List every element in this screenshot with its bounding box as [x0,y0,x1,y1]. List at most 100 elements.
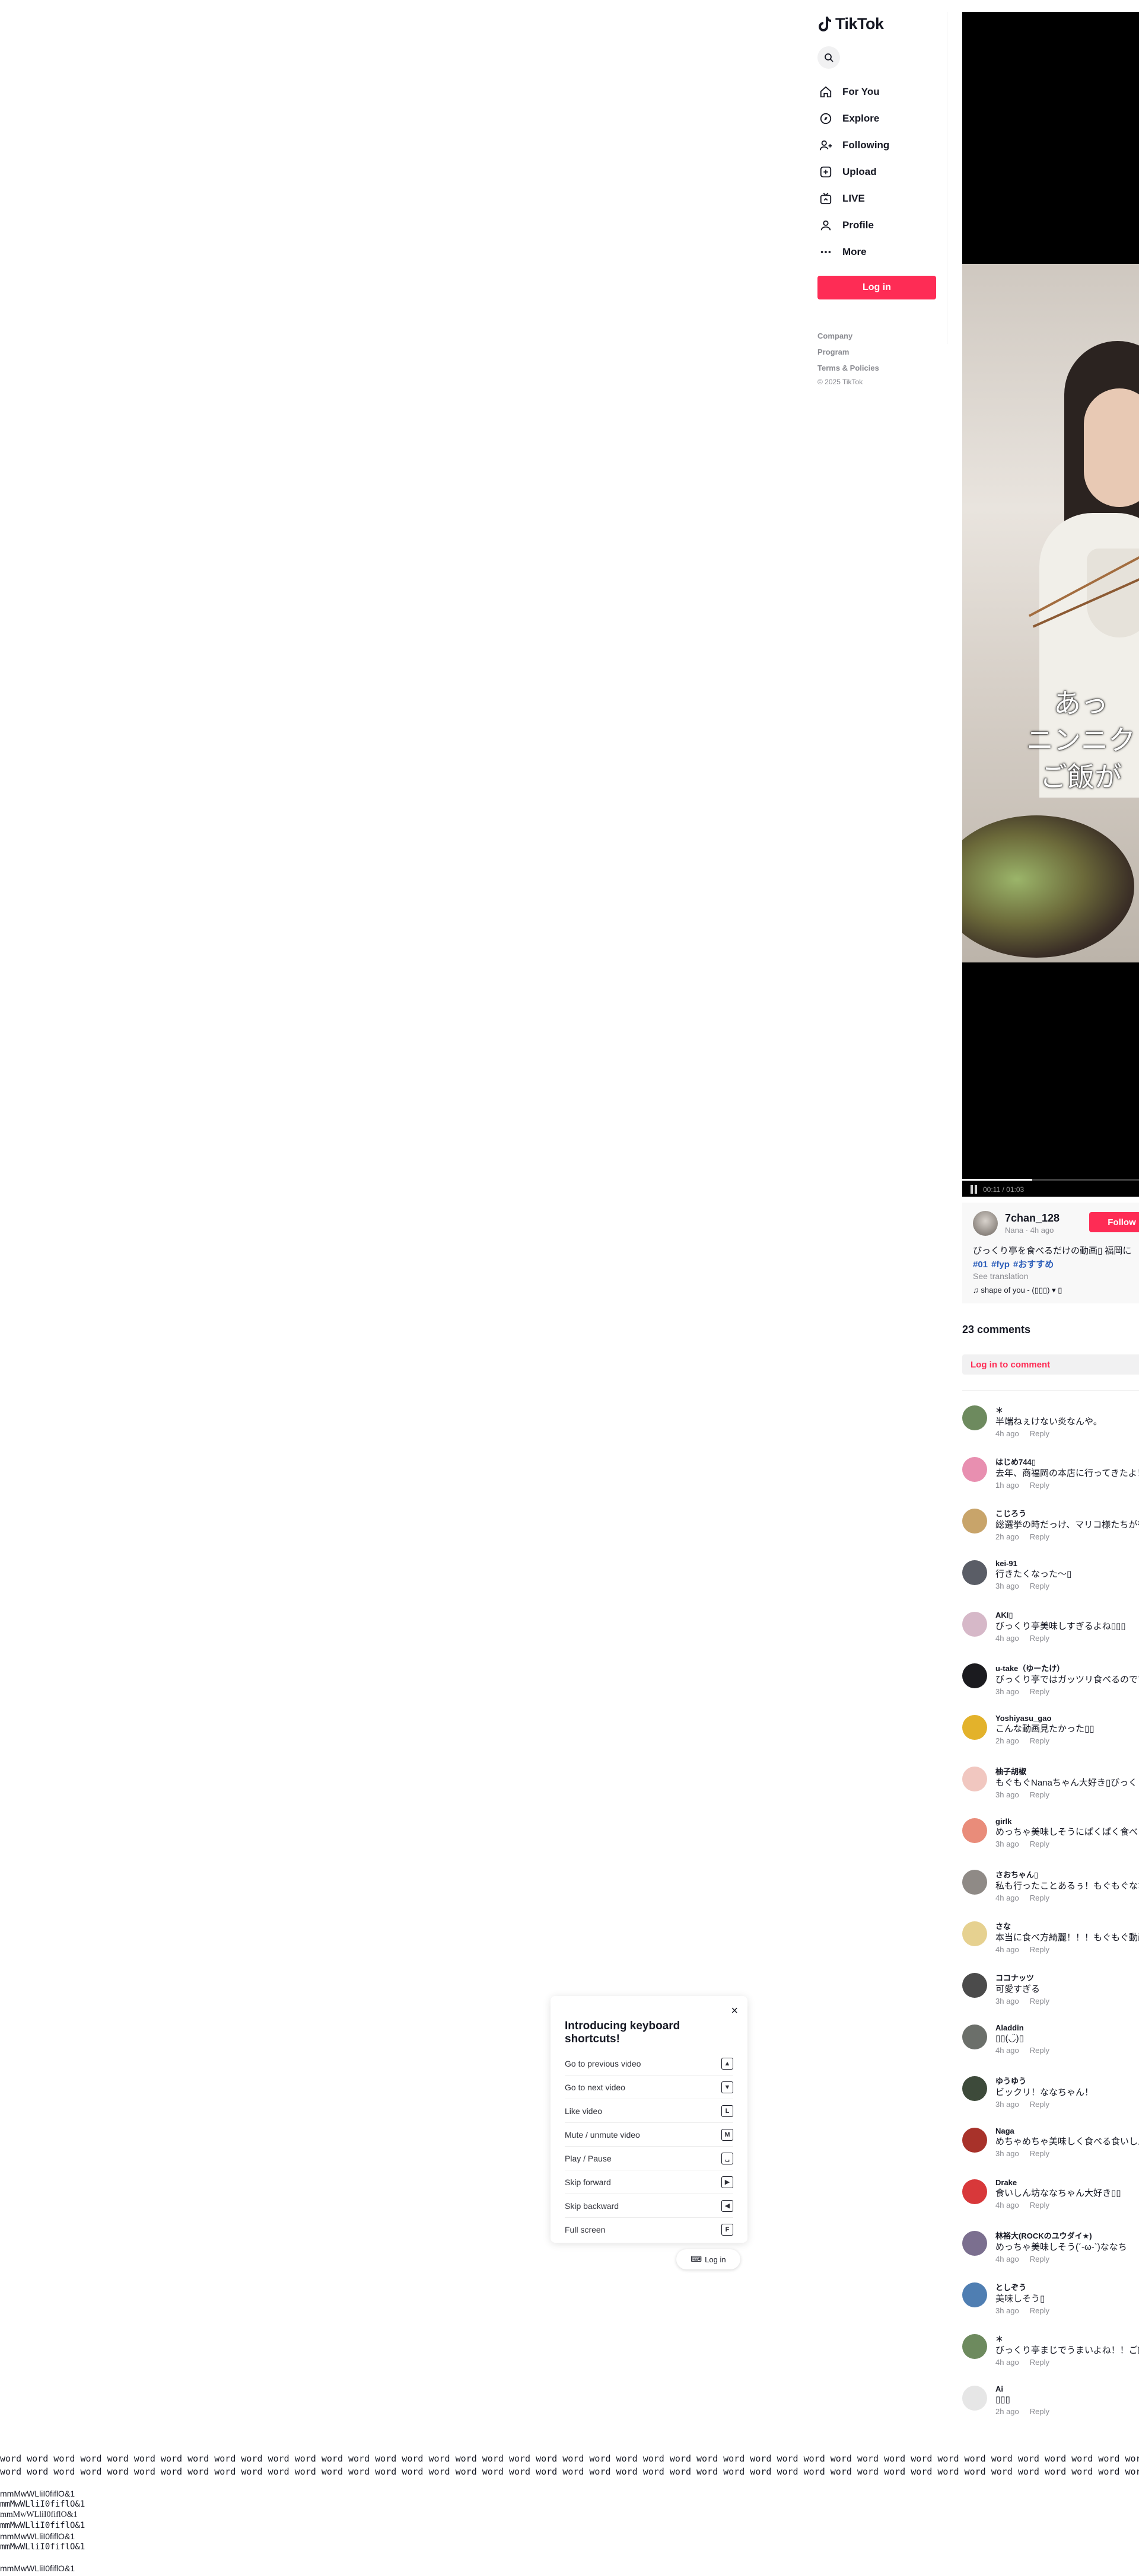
avatar[interactable] [962,2076,987,2101]
comment-text: 美味しそう▯ [995,2294,1045,2304]
reply-button[interactable]: Reply [1030,2100,1049,2109]
avatar[interactable] [962,1405,987,1430]
sidebar-item-following[interactable]: Following [817,132,942,158]
sidebar-item-live[interactable]: LIVE [817,185,942,212]
comment-username[interactable]: Yoshiyasu_gao [995,1714,1139,1723]
search-button[interactable] [817,46,840,69]
sidebar-item-more[interactable]: More [817,238,942,265]
avatar[interactable] [962,2128,987,2153]
avatar[interactable] [962,1457,987,1482]
avatar[interactable] [962,2334,987,2359]
footer-link-program[interactable]: Program [817,344,942,360]
reply-button[interactable]: Reply [1030,2046,1049,2055]
reply-button[interactable]: Reply [1030,1687,1049,1696]
mini-login-button[interactable]: ⌨ Log in [676,2249,740,2269]
sidebar-item-profile[interactable]: Profile [817,212,942,238]
reply-button[interactable]: Reply [1030,1634,1049,1643]
avatar[interactable] [962,1663,987,1688]
login-to-comment-button[interactable]: Log in to comment [962,1354,1139,1375]
reply-button[interactable]: Reply [1030,2407,1049,2416]
author-username[interactable]: 7chan_128 [1005,1212,1060,1225]
comment-username[interactable]: こじろう [995,1507,1139,1519]
comment-username[interactable]: girlk [995,1817,1139,1826]
comment-username[interactable]: としぞう [995,2281,1139,2293]
comment-username[interactable]: はじめ744▯ [995,1456,1139,1467]
reply-button[interactable]: Reply [1030,1481,1049,1490]
comment-username[interactable]: ＊ [995,1404,1139,1415]
avatar[interactable] [962,2231,987,2256]
avatar[interactable] [962,1560,987,1585]
comment-body: はじめ744▯ 去年、商福岡の本店に行ってきたよ！ 1h ago Reply [995,1456,1139,1507]
shortcut-list: Go to previous video ▲ Go to next video ▼ Li… [565,2052,733,2242]
glyph-line: mmMwWLliI0fiflO&1 [0,2489,75,2498]
avatar[interactable] [962,2179,987,2204]
reply-button[interactable]: Reply [1030,1945,1049,1954]
follow-button[interactable]: Follow [1089,1212,1139,1232]
shortcut-label: Go to previous video [565,2058,641,2068]
sidebar-item-compass[interactable]: Explore [817,105,942,132]
login-button[interactable]: Log in [817,276,936,299]
comment-item: Drake 食いしん坊ななちゃん大好き▯▯ 4h ago Reply [962,2178,1139,2230]
avatar[interactable] [962,1870,987,1895]
reply-button[interactable]: Reply [1030,2255,1049,2263]
shortcut-key: ◀ [721,2199,733,2212]
pause-icon[interactable] [971,1185,977,1194]
avatar[interactable] [973,1211,998,1236]
video-progress-bar[interactable] [962,1179,1139,1181]
comment-item: さおちゃん▯ 私も行ったことあるぅ！もぐもぐなな 4h ago Reply [962,1869,1139,1920]
reply-button[interactable]: Reply [1030,1839,1049,1848]
avatar[interactable] [962,2282,987,2307]
comment-username[interactable]: ＊ [995,2333,1139,2344]
reply-button[interactable]: Reply [1030,2201,1049,2210]
reply-button[interactable]: Reply [1030,2306,1049,2315]
comment-item: 林裕大(ROCKのユウダイ★) めっちゃ美味しそう(´-ω-`)ななち 4h ago… [962,2230,1139,2281]
avatar[interactable] [962,1612,987,1637]
reply-button[interactable]: Reply [1030,1893,1049,1902]
sidebar-item-upload[interactable]: Upload [817,158,942,185]
reply-button[interactable]: Reply [1030,1736,1049,1745]
comment-meta: 4h ago Reply [995,1945,1139,1954]
reply-button[interactable]: Reply [1030,1582,1049,1590]
comment-username[interactable]: Naga [995,2127,1139,2135]
comment-username[interactable]: さな [995,1920,1139,1931]
comment-username[interactable]: kei-91 [995,1559,1139,1568]
avatar[interactable] [962,1715,987,1740]
avatar[interactable] [962,1921,987,1946]
avatar[interactable] [962,1767,987,1791]
tiktok-logo[interactable]: TikTok [817,12,942,36]
avatar[interactable] [962,1973,987,1998]
comment-username[interactable]: AKI▯ [995,1611,1139,1620]
comment-username[interactable]: ココナッツ [995,1972,1139,1983]
video-player[interactable]: あっ ニンニク ご飯が 00:11 / 01:03 [962,12,1139,1197]
comment-username[interactable]: u-take（ゆーたけ） [995,1662,1139,1673]
comment-username[interactable]: 柚子胡椒 [995,1765,1139,1777]
reply-button[interactable]: Reply [1030,2358,1049,2367]
see-translation-link[interactable]: See translation [973,1271,1135,1281]
reply-button[interactable]: Reply [1030,1532,1049,1541]
footer-link-company[interactable]: Company [817,328,942,344]
avatar[interactable] [962,1509,987,1534]
avatar[interactable] [962,2025,987,2049]
reply-button[interactable]: Reply [1030,1790,1049,1799]
comment-username[interactable]: ゆうゆう [995,2075,1139,2086]
avatar[interactable] [962,2386,987,2411]
close-icon[interactable]: × [731,2004,738,2018]
reply-button[interactable]: Reply [1030,2149,1049,2158]
footer-link-terms[interactable]: Terms & Policies [817,360,942,376]
avatar[interactable] [962,1818,987,1843]
reply-button[interactable]: Reply [1030,1429,1049,1438]
comment-username[interactable]: Drake [995,2178,1139,2187]
music-link[interactable]: ♫ shape of you - (▯▯▯) ▾ ▯ [973,1286,1135,1295]
word-line: word word word word word word word word … [0,2466,1139,2477]
comment-username[interactable]: Aladdin [995,2023,1139,2032]
hashtag-link[interactable]: #おすすめ [1013,1260,1054,1270]
sidebar-item-home[interactable]: For You [817,78,942,105]
comment-count: 23 comments [962,1324,1031,1335]
hashtag-link[interactable]: #fyp [991,1260,1010,1270]
comment-username[interactable]: 林裕大(ROCKのユウダイ★) [995,2230,1139,2241]
reply-button[interactable]: Reply [1030,1997,1049,2006]
comment-username[interactable]: Ai [995,2384,1139,2393]
hashtag-link[interactable]: #01 [973,1260,988,1270]
comment-username[interactable]: さおちゃん▯ [995,1869,1139,1880]
comment-time: 4h ago [995,1893,1019,1902]
